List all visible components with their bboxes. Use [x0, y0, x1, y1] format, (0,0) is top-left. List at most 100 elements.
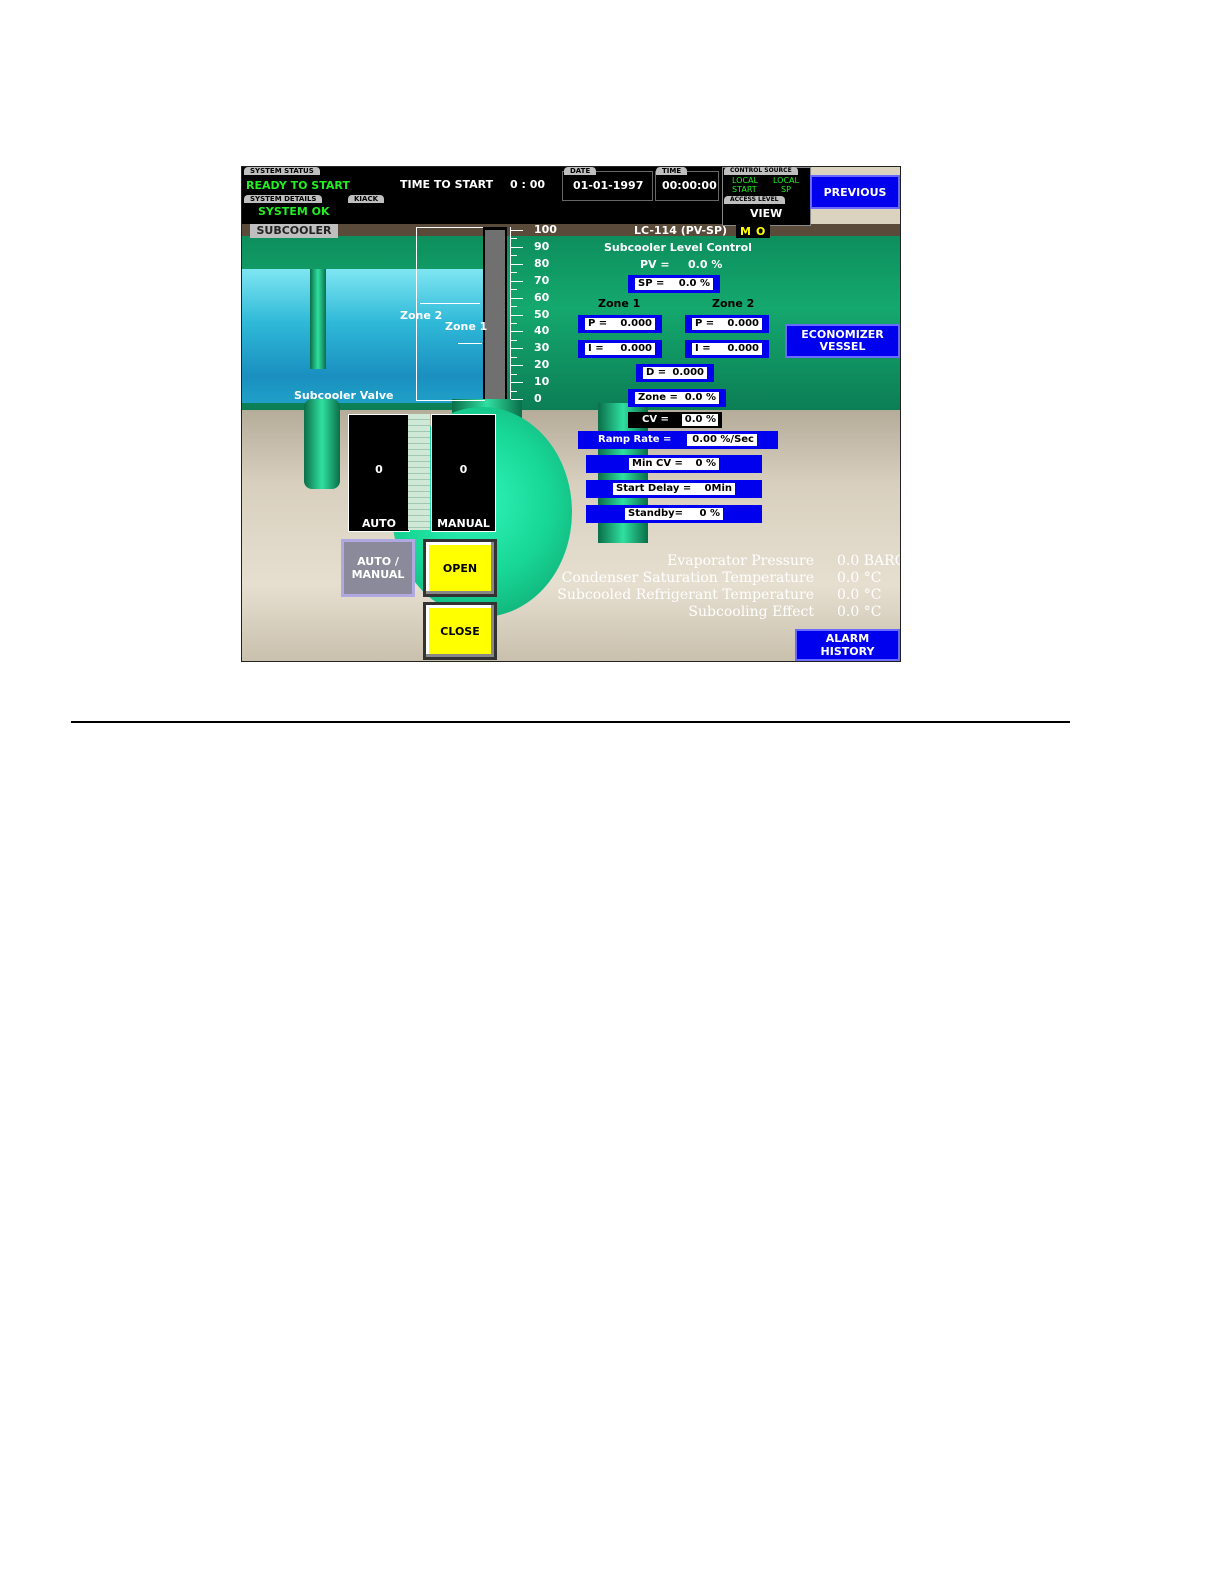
cv-field: CV = 0.0 %: [628, 412, 722, 428]
scale-tick-label: 20: [534, 358, 550, 372]
scale-tick: [511, 314, 523, 316]
floor-background: [242, 407, 900, 661]
left-pipe: [304, 399, 340, 489]
mode-indicator: M O: [736, 225, 770, 238]
alarm-history-button[interactable]: ALARM HISTORY: [795, 629, 900, 661]
scale-minor-tick: [511, 289, 517, 291]
zone1-marker: [458, 343, 482, 344]
close-button[interactable]: CLOSE: [423, 602, 497, 660]
start-delay-label: Start Delay =: [616, 483, 692, 494]
level-sensor-rod: [310, 269, 326, 369]
i-zone1-field[interactable]: I = 0.000: [578, 340, 662, 358]
standby-field[interactable]: Standby= 0 %: [586, 505, 762, 523]
access-level-value[interactable]: VIEW: [750, 207, 782, 220]
p-zone2-value: 0.000: [727, 318, 759, 329]
i-zone2-label: I =: [695, 343, 711, 354]
reading-value: 0.0 BARG: [837, 553, 901, 569]
p-zone1-field[interactable]: P = 0.000: [578, 315, 662, 333]
system-status-label: SYSTEM STATUS: [244, 167, 320, 175]
scale-tick-label: 40: [534, 324, 550, 338]
scale-tick-label: 100: [534, 223, 557, 236]
economizer-vessel-button[interactable]: ECONOMIZER VESSEL: [785, 324, 900, 358]
auto-manual-button[interactable]: AUTO / MANUAL: [341, 539, 415, 597]
scale-minor-tick: [511, 356, 517, 358]
sp-value: 0.0 %: [678, 278, 710, 289]
scale-tick-label: 70: [534, 273, 550, 287]
time-to-start-value: 0 : 00: [510, 178, 546, 191]
kiack-label[interactable]: KIACK: [348, 195, 385, 203]
scale-minor-tick: [511, 373, 517, 375]
scale-minor-tick: [511, 339, 517, 341]
scale-tick-label: 90: [534, 239, 550, 253]
cv-value: 0.0 %: [684, 414, 716, 425]
reading-label: Evaporator Pressure: [667, 553, 814, 569]
scale-minor-tick: [511, 238, 517, 240]
p-zone1-value: 0.000: [620, 318, 652, 329]
i-zone2-field[interactable]: I = 0.000: [685, 340, 769, 358]
i-zone2-value: 0.000: [727, 343, 759, 354]
zone-label: Zone =: [638, 392, 678, 403]
reading-label: Subcooling Effect: [688, 604, 814, 620]
min-cv-field[interactable]: Min CV = 0 %: [586, 455, 762, 473]
control-source-start-top: LOCAL: [732, 176, 758, 185]
scale-minor-tick: [511, 306, 517, 308]
ramp-rate-label: Ramp Rate =: [598, 434, 672, 445]
subcooler-valve-label: Subcooler Valve: [294, 389, 394, 402]
pv-label: PV =: [640, 258, 670, 271]
sp-label: SP =: [638, 278, 665, 289]
p-zone1-label: P =: [588, 318, 608, 329]
reading-value: 0.0 °C: [837, 570, 882, 586]
subcooler-tab[interactable]: SUBCOOLER: [250, 224, 338, 238]
reading-label: Condenser Saturation Temperature: [561, 570, 814, 586]
p-zone2-field[interactable]: P = 0.000: [685, 315, 769, 333]
standby-label: Standby=: [628, 508, 684, 519]
cv-label: CV =: [642, 414, 669, 425]
scale-tick: [511, 399, 523, 400]
reading-value: 0.0 °C: [837, 604, 882, 620]
control-source-start: START: [732, 185, 757, 194]
controller-subtitle: Subcooler Level Control: [604, 241, 752, 254]
controller-title: LC-114 (PV-SP): [634, 224, 728, 237]
open-button[interactable]: OPEN: [423, 539, 497, 597]
zone2-header: Zone 2: [712, 297, 755, 310]
min-cv-label: Min CV =: [632, 458, 683, 469]
scale-tick: [511, 230, 523, 231]
standby-value: 0 %: [699, 508, 720, 519]
d-value: 0.000: [672, 367, 704, 378]
system-status-value: READY TO START: [246, 179, 350, 192]
mode-m: M: [740, 225, 751, 238]
ramp-rate-field[interactable]: Ramp Rate = 0.00 %/Sec: [578, 431, 778, 449]
scale-minor-tick: [511, 272, 517, 274]
time-label: TIME: [656, 167, 688, 175]
scale-tick-label: 0: [534, 392, 542, 405]
d-field[interactable]: D = 0.000: [636, 364, 714, 382]
zone-field[interactable]: Zone = 0.0 %: [628, 389, 726, 407]
start-delay-field[interactable]: Start Delay = 0Min: [586, 480, 762, 498]
date-label: DATE: [564, 167, 597, 175]
system-details-label: SYSTEM DETAILS: [244, 195, 323, 203]
date-value: 01-01-1997: [573, 179, 644, 192]
auto-value: 0: [375, 463, 383, 476]
start-delay-value: 0Min: [704, 483, 732, 494]
control-source-sp: SP: [781, 185, 791, 194]
auto-manual-line2: MANUAL: [351, 568, 405, 581]
zone1-header: Zone 1: [598, 297, 641, 310]
scale-minor-tick: [511, 390, 517, 392]
reading-value: 0.0 °C: [837, 587, 882, 603]
manual-label: MANUAL: [437, 517, 490, 530]
page-divider: [71, 721, 1070, 723]
manual-output-display: 0 MANUAL: [431, 414, 496, 532]
previous-button[interactable]: PREVIOUS: [810, 175, 900, 209]
scale-tick: [511, 365, 523, 367]
auto-output-display: 0 AUTO: [348, 414, 410, 532]
sp-field[interactable]: SP = 0.0 %: [628, 275, 720, 293]
time-to-start-label: TIME TO START: [400, 178, 494, 191]
i-zone1-label: I =: [588, 343, 604, 354]
scale-tick-label: 80: [534, 256, 550, 270]
valve-position-gauge: [408, 414, 430, 530]
system-details-value: SYSTEM OK: [258, 205, 330, 218]
scale-tick-label: 60: [534, 290, 550, 304]
scale-tick-label: 50: [534, 307, 550, 321]
scale-tick: [511, 280, 523, 282]
scale-tick-label: 10: [534, 375, 550, 389]
